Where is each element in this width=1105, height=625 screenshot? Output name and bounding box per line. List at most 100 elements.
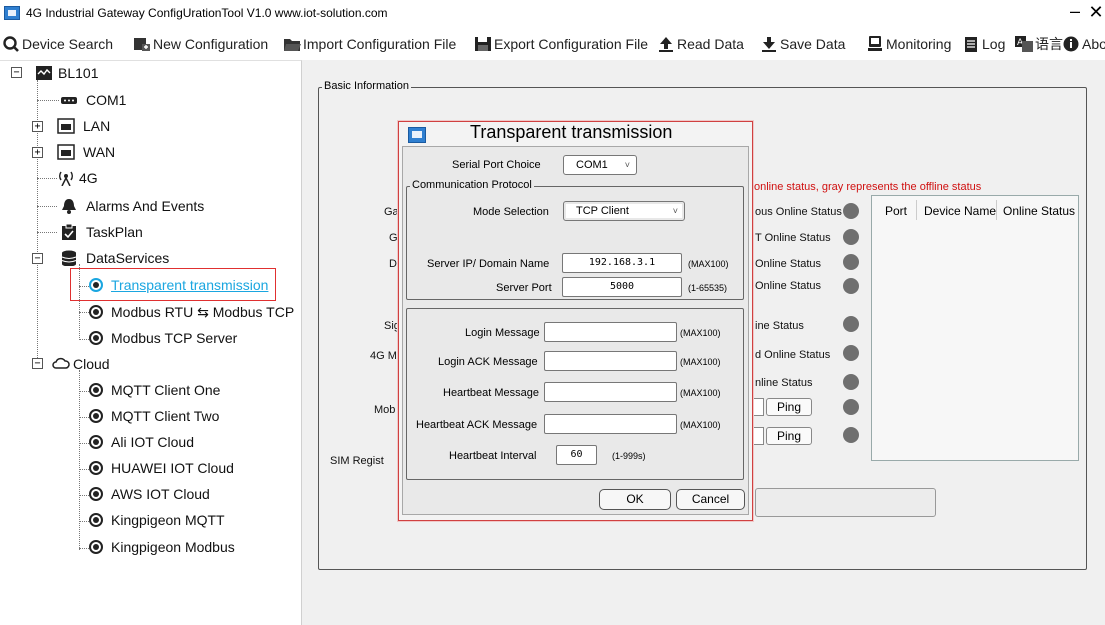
- expand-toggle[interactable]: −: [32, 358, 43, 369]
- ping-button[interactable]: Ping: [766, 398, 812, 416]
- info-label: Ga: [384, 206, 399, 218]
- status-label: Online Status: [755, 280, 822, 292]
- login-ack-input[interactable]: [544, 351, 677, 371]
- close-button[interactable]: ✕: [1087, 0, 1105, 24]
- tree-label: Alarms And Events: [86, 198, 205, 214]
- heartbeat-ack-label: Heartbeat ACK Message: [416, 419, 538, 431]
- info-label: D: [389, 258, 397, 270]
- service-icon: [89, 513, 103, 527]
- tree-label: Ali IOT Cloud: [111, 434, 194, 450]
- status-hint: online status, gray represents the offli…: [754, 181, 982, 193]
- ping-address-input[interactable]: [754, 398, 764, 416]
- info-label: G: [389, 232, 398, 244]
- expand-toggle[interactable]: −: [11, 67, 22, 78]
- tree-label: BL101: [58, 65, 99, 81]
- ok-button[interactable]: OK: [599, 489, 671, 510]
- tree-label: DataServices: [86, 250, 170, 266]
- arrow-down-icon: [762, 37, 776, 52]
- info-label: Mob: [374, 404, 396, 416]
- title-bar: 4G Industrial Gateway ConfigUrationTool …: [0, 0, 1105, 26]
- heartbeat-interval-input[interactable]: 60: [556, 445, 597, 465]
- toolbar: Device Search New Configuration Import C…: [0, 26, 1105, 60]
- status-label: Online Status: [755, 258, 822, 270]
- heartbeat-interval-hint: (1-999s): [612, 451, 646, 461]
- status-indicator: [843, 278, 859, 294]
- login-ack-hint: (MAX100): [680, 357, 721, 367]
- serial-port-select[interactable]: COM1 ˅: [563, 155, 637, 175]
- antenna-icon: [59, 171, 73, 186]
- tree-label: AWS IOT Cloud: [111, 486, 210, 502]
- minimize-button[interactable]: –: [1067, 0, 1083, 24]
- tree-label: WAN: [83, 144, 116, 160]
- expand-toggle[interactable]: +: [32, 121, 43, 132]
- server-port-input[interactable]: 5000: [562, 277, 682, 297]
- heartbeat-ack-hint: (MAX100): [680, 420, 721, 430]
- tree-label: Kingpigeon MQTT: [111, 512, 225, 528]
- expand-toggle[interactable]: −: [32, 253, 43, 264]
- info-label: 4G M: [370, 350, 397, 362]
- tree-label: 4G: [79, 170, 98, 186]
- folder-open-icon: [284, 39, 301, 51]
- tree-label: Modbus RTU ⇆ Modbus TCP: [111, 304, 295, 320]
- heartbeat-message-label: Heartbeat Message: [443, 387, 539, 399]
- export-configuration-label: Export Configuration File: [494, 36, 649, 52]
- tree-label: HUAWEI IOT Cloud: [111, 460, 234, 476]
- mode-selection-label: Mode Selection: [473, 206, 549, 218]
- status-indicator: [843, 229, 859, 245]
- serial-port-value: COM1: [576, 159, 608, 171]
- ping-button[interactable]: Ping: [766, 427, 812, 445]
- action-bar[interactable]: [755, 488, 936, 517]
- network-port-icon: [57, 144, 75, 160]
- tree-label: Kingpigeon Modbus: [111, 539, 235, 555]
- column-header-port: Port: [885, 204, 908, 218]
- monitor-icon: [868, 36, 882, 51]
- gateway-icon: [36, 66, 52, 80]
- heartbeat-ack-input[interactable]: [544, 414, 677, 434]
- status-indicator: [843, 254, 859, 270]
- device-search-label: Device Search: [22, 36, 114, 52]
- login-message-label: Login Message: [465, 327, 540, 339]
- status-indicator: [843, 374, 859, 390]
- search-icon: [3, 36, 19, 52]
- tree-label: LAN: [83, 118, 111, 134]
- mode-selection-select[interactable]: TCP Client ˅: [563, 201, 685, 221]
- about-label: About: [1082, 36, 1105, 52]
- chevron-down-icon: ˅: [672, 206, 678, 216]
- service-icon: [89, 383, 103, 397]
- cancel-button[interactable]: Cancel: [676, 489, 745, 510]
- login-message-hint: (MAX100): [680, 328, 721, 338]
- tree-label: COM1: [86, 92, 127, 108]
- communication-protocol-legend: Communication Protocol: [410, 179, 534, 191]
- server-ip-input[interactable]: 192.168.3.1: [562, 253, 682, 273]
- status-label: d Online Status: [755, 349, 831, 361]
- tree-label: Modbus TCP Server: [111, 330, 238, 346]
- import-configuration-label: Import Configuration File: [303, 36, 457, 52]
- column-header-device-name: Device Name: [924, 204, 997, 218]
- save-disk-icon: [475, 37, 491, 51]
- monitoring-label: Monitoring: [886, 36, 952, 52]
- tree-label: MQTT Client Two: [111, 408, 220, 424]
- save-data-label: Save Data: [780, 36, 846, 52]
- basic-information-legend: Basic Information: [322, 80, 411, 92]
- port-status-table: Port Device Name Online Status: [871, 195, 1079, 461]
- expand-toggle[interactable]: +: [32, 147, 43, 158]
- server-port-hint: (1-65535): [688, 283, 728, 293]
- language-label: 语言: [1035, 36, 1063, 52]
- status-indicator: [843, 203, 859, 219]
- info-icon: [1063, 36, 1079, 52]
- status-indicator: [843, 316, 859, 332]
- server-ip-hint: (MAX100): [688, 259, 729, 269]
- info-label: SIM Regist: [330, 455, 384, 467]
- login-message-input[interactable]: [544, 322, 677, 342]
- new-configuration-label: New Configuration: [153, 36, 269, 52]
- tree-connector: [79, 370, 80, 550]
- tree-label: MQTT Client One: [111, 382, 221, 398]
- ping-address-input[interactable]: [754, 427, 764, 445]
- window-title: 4G Industrial Gateway ConfigUrationTool …: [26, 6, 388, 20]
- tree-connector: [37, 262, 38, 364]
- dialog-title: Transparent transmission: [470, 122, 673, 142]
- heartbeat-interval-label: Heartbeat Interval: [449, 450, 537, 462]
- heartbeat-message-input[interactable]: [544, 382, 677, 402]
- status-indicator: [843, 345, 859, 361]
- status-indicator: [843, 399, 859, 415]
